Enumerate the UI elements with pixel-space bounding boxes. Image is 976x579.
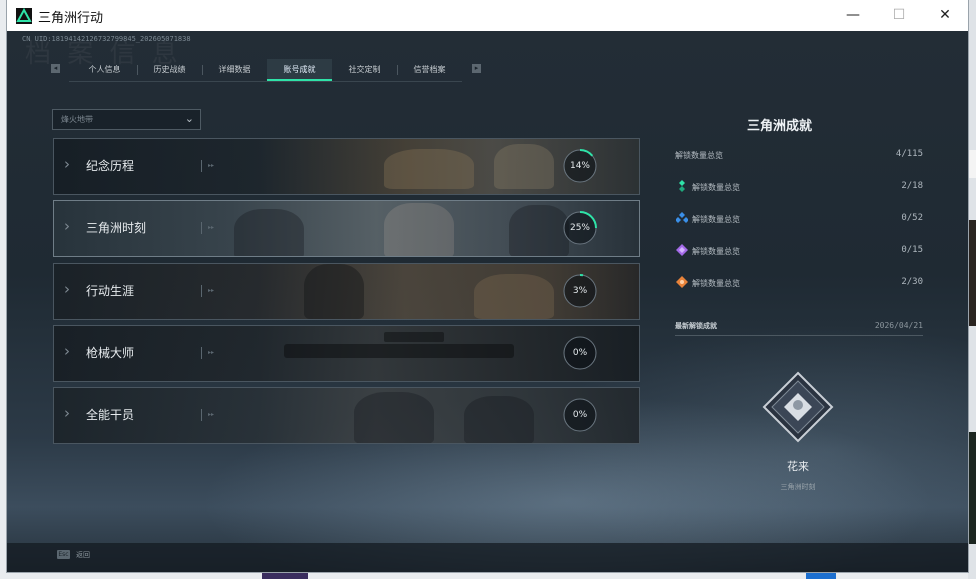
maximize-button[interactable]: ☐ [876,0,922,31]
row-detail-marker: ▸▸ [208,224,215,231]
category-row[interactable]: › 枪械大师 ▸▸ 0% [53,325,640,382]
row-divider [201,222,202,234]
tier-value: 0/15 [901,245,923,255]
tab-divider [69,81,462,82]
row-divider [201,347,202,359]
chevron-right-icon: ▸ [474,64,479,72]
tab-label: 社交定制 [348,65,381,74]
chevron-right-icon: › [64,155,70,173]
achievement-panel-title: 三角洲成就 [747,119,813,134]
tab-social-custom[interactable]: 社交定制 [332,59,398,81]
tab-detail-data[interactable]: 详细数据 [202,59,268,81]
taskbar-item [806,572,836,579]
tier-label: 解锁数量总览 [692,247,740,256]
recent-achievement-header: 最新解锁成就 2026/04/21 [675,321,923,336]
progress-percent: 3% [572,286,588,296]
tab-achievements[interactable]: 账号成就 [267,59,332,81]
category-name: 行动生涯 [86,284,135,298]
category-row[interactable]: › 三角洲时刻 ▸▸ 25% [53,200,640,257]
esc-key-icon[interactable]: Esc [57,550,70,559]
category-row[interactable]: › 全能干员 ▸▸ 0% [53,387,640,444]
progress-ring: 14% [562,148,598,184]
progress-ring: 25% [562,210,598,246]
chevron-right-icon: › [64,342,70,360]
row-detail-marker: ▸▸ [208,287,215,294]
tab-next-button[interactable]: ▸ [472,64,481,73]
bottom-bar: Esc 返回 [7,543,968,572]
progress-percent: 0% [572,348,588,358]
close-button[interactable]: ✕ [922,0,968,31]
tab-label: 账号成就 [283,65,316,74]
tab-prev-button[interactable]: ◂ [51,64,60,73]
blue-tier-icon [676,212,688,223]
category-row[interactable]: › 行动生涯 ▸▸ 3% [53,263,640,320]
tier-label: 解锁数量总览 [692,183,740,192]
tab-label: 详细数据 [218,65,251,74]
taskbar-item [262,572,308,579]
category-name: 全能干员 [86,408,135,422]
progress-percent: 0% [572,410,588,420]
tier-label: 解锁数量总览 [692,279,740,288]
client-area: 档 案 信 息 CN UID:18194142126732799845_2026… [7,31,968,572]
summary-value: 4/115 [895,149,923,159]
category-row[interactable]: › 纪念历程 ▸▸ 14% [53,138,640,195]
badge-category: 三角洲时刻 [780,483,816,491]
tab-label: 个人信息 [88,65,121,74]
category-name: 三角洲时刻 [86,221,147,235]
tab-credit-record[interactable]: 信誉档案 [397,59,462,81]
progress-ring: 0% [562,335,598,371]
chevron-left-icon: ◂ [53,64,58,72]
tab-label: 历史战绩 [153,65,186,74]
chevron-right-icon: › [64,217,70,235]
tier-value: 0/52 [901,213,923,223]
row-detail-marker: ▸▸ [208,162,215,169]
category-name: 枪械大师 [86,346,135,360]
close-icon: ✕ [939,7,951,23]
tier-label: 解锁数量总览 [692,215,740,224]
back-label[interactable]: 返回 [76,550,90,560]
mode-select-value: 烽火地带 [61,115,93,124]
minimize-button[interactable]: — [830,0,876,31]
recent-achievement-date: 2026/04/21 [874,321,923,330]
orange-tier-icon [676,276,688,288]
tier-value: 2/18 [901,181,923,191]
minimize-icon: — [846,7,860,23]
tab-label: 信誉档案 [413,65,446,74]
tab-personal-info[interactable]: 个人信息 [72,59,138,81]
app-logo-icon [16,8,32,24]
green-tier-icon [679,180,685,192]
progress-ring: 3% [562,273,598,309]
window-title: 三角洲行动 [38,11,104,26]
user-uid: CN UID:18194142126732799845_202605071838 [22,35,191,43]
category-name: 纪念历程 [86,159,135,173]
mode-select[interactable]: 烽火地带 ⌄ [52,109,201,130]
row-divider [201,285,202,297]
progress-ring: 0% [562,397,598,433]
tab-history[interactable]: 历史战绩 [137,59,203,81]
purple-tier-icon [676,244,688,256]
badge-name: 花来 [787,460,809,473]
tier-value: 2/30 [901,277,923,287]
row-divider [201,160,202,172]
title-bar: 三角洲行动 — ☐ ✕ [7,0,968,32]
chevron-down-icon: ⌄ [184,112,194,125]
row-divider [201,409,202,421]
chevron-right-icon: › [64,280,70,298]
progress-percent: 14% [569,161,590,171]
app-window: 三角洲行动 — ☐ ✕ 档 案 信 息 CN UID:1819414212673… [7,0,968,572]
progress-percent: 25% [569,223,590,233]
maximize-icon: ☐ [892,7,906,23]
chevron-right-icon: › [64,404,70,422]
row-detail-marker: ▸▸ [208,349,215,356]
row-detail-marker: ▸▸ [208,411,215,418]
summary-label: 解锁数量总览 [675,151,723,160]
achievement-badge-icon[interactable] [762,371,834,443]
recent-achievement-label: 最新解锁成就 [675,322,717,330]
